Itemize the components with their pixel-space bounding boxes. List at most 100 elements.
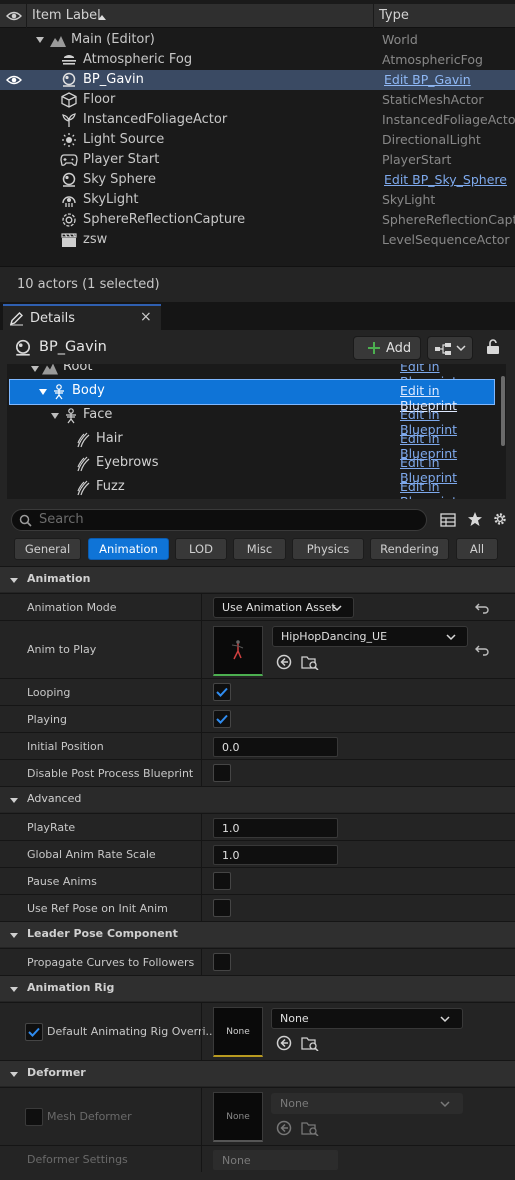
default-rig-override-checkbox[interactable] (25, 1023, 43, 1041)
blueprint-options-button[interactable] (427, 336, 473, 360)
propagate-curves-checkbox[interactable] (213, 953, 231, 971)
filter-physics-button[interactable]: Physics (292, 538, 364, 560)
filter-general-button[interactable]: General (14, 538, 81, 560)
column-splitter[interactable] (201, 760, 202, 786)
chevron-down-icon (440, 1016, 450, 1023)
collapse-arrow-icon[interactable] (39, 389, 47, 395)
type-column-header[interactable]: Type (379, 8, 409, 23)
edit-blueprint-link[interactable]: Edit BP_Gavin (384, 72, 515, 87)
mesh-deformer-dropdown[interactable]: None (271, 1093, 463, 1114)
property-matrix-icon[interactable] (440, 513, 456, 527)
gamepad-icon (60, 154, 78, 166)
section-animation-rig-header[interactable]: Animation Rig (0, 975, 515, 1001)
edit-in-blueprint-link[interactable]: Edit in Blueprint (400, 479, 494, 499)
column-splitter[interactable] (201, 814, 202, 840)
component-row-hair[interactable]: Hair Edit in Blueprint (10, 428, 494, 461)
world-icon (50, 36, 66, 47)
column-splitter[interactable] (201, 594, 202, 620)
default-rig-dropdown[interactable]: None (271, 1008, 463, 1029)
component-tree: Root Edit in Blueprint Body Edit in Blue… (7, 364, 506, 499)
column-splitter[interactable] (201, 841, 202, 867)
browse-asset-icon[interactable] (301, 1120, 319, 1136)
column-splitter[interactable] (201, 733, 202, 759)
column-divider[interactable] (373, 4, 374, 28)
outliner-row-bp-gavin[interactable]: BP_Gavin Edit BP_Gavin (0, 70, 515, 90)
collapse-arrow-icon[interactable] (36, 37, 44, 43)
chevron-down-icon (10, 798, 18, 803)
visibility-column-header[interactable] (0, 4, 27, 28)
column-splitter[interactable] (201, 949, 202, 975)
search-placeholder: Search (39, 512, 84, 527)
deformer-asset-thumbnail[interactable]: None (213, 1092, 263, 1142)
outliner-row-instanced-foliage[interactable]: InstancedFoliageActor InstancedFoliageAc… (0, 110, 515, 130)
column-splitter[interactable] (201, 706, 202, 732)
outliner-row-main-editor[interactable]: Main (Editor) World (0, 30, 515, 50)
outliner-row-floor[interactable]: Floor StaticMeshActor (0, 90, 515, 110)
item-label-column-header[interactable]: Item Label (32, 8, 101, 23)
outliner-row-player-start[interactable]: Player Start PlayerStart (0, 150, 515, 170)
edit-blueprint-link[interactable]: Edit BP_Sky_Sphere (384, 172, 515, 187)
filter-rendering-button[interactable]: Rendering (370, 538, 449, 560)
details-search-input[interactable]: Search (11, 509, 427, 531)
foliage-icon (62, 113, 76, 127)
section-leader-pose-header[interactable]: Leader Pose Component (0, 921, 515, 947)
reset-to-default-icon[interactable] (475, 602, 489, 614)
outliner-row-atmospheric-fog[interactable]: Atmospheric Fog AtmosphericFog (0, 50, 515, 70)
component-row-eyebrows[interactable]: Eyebrows Edit in Blueprint (10, 452, 494, 485)
component-row-body[interactable]: Body Edit in Blueprint (9, 379, 495, 413)
reset-to-default-icon[interactable] (475, 644, 489, 656)
column-splitter[interactable] (201, 868, 202, 894)
deformer-settings-field[interactable]: None (213, 1150, 338, 1170)
section-advanced-header[interactable]: Advanced (0, 786, 515, 812)
animation-mode-dropdown[interactable]: Use Animation Asset (213, 597, 354, 618)
column-splitter[interactable] (201, 1146, 202, 1172)
pause-anims-checkbox[interactable] (213, 872, 231, 890)
section-animation-header[interactable]: Animation (0, 566, 515, 592)
collapse-arrow-icon[interactable] (51, 413, 59, 419)
initial-position-input[interactable]: 0.0 (213, 737, 338, 757)
filter-all-button[interactable]: All (456, 538, 498, 560)
global-anim-rate-input[interactable]: 1.0 (213, 845, 338, 865)
outliner-row-zsw[interactable]: zsw LevelSequenceActor (0, 230, 515, 250)
component-row-fuzz[interactable]: Fuzz Edit in Blueprint (10, 476, 494, 499)
eye-icon[interactable] (6, 74, 22, 86)
disable-post-process-checkbox[interactable] (213, 764, 231, 782)
use-ref-pose-checkbox[interactable] (213, 899, 231, 917)
use-selected-asset-icon[interactable] (276, 654, 292, 670)
filter-animation-button[interactable]: Animation (88, 538, 169, 560)
column-splitter[interactable] (201, 1003, 202, 1060)
collapse-arrow-icon[interactable] (31, 366, 39, 372)
playing-checkbox[interactable] (213, 710, 231, 728)
column-splitter[interactable] (201, 1088, 202, 1145)
mesh-deformer-checkbox[interactable] (25, 1108, 43, 1126)
looping-checkbox[interactable] (213, 683, 231, 701)
filter-misc-button[interactable]: Misc (233, 538, 286, 560)
use-selected-asset-icon[interactable] (276, 1120, 292, 1136)
browse-asset-icon[interactable] (301, 1035, 319, 1051)
use-selected-asset-icon[interactable] (276, 1035, 292, 1051)
outliner-row-sky-sphere[interactable]: Sky Sphere Edit BP_Sky_Sphere (0, 170, 515, 190)
column-splitter[interactable] (201, 679, 202, 705)
outliner-row-sphere-reflection-capture[interactable]: SphereReflectionCapture SphereReflection… (0, 210, 515, 230)
close-icon[interactable]: × (140, 309, 152, 325)
section-deformer-header[interactable]: Deformer (0, 1060, 515, 1086)
component-tree-scrollbar[interactable] (501, 376, 505, 446)
anim-asset-thumbnail[interactable] (213, 626, 263, 676)
outliner-row-light-source[interactable]: Light Source DirectionalLight (0, 130, 515, 150)
component-row-root[interactable]: Root Edit in Blueprint (10, 364, 494, 389)
column-splitter[interactable] (201, 895, 202, 921)
outliner-row-type: AtmosphericFog (382, 52, 483, 67)
column-splitter[interactable] (201, 621, 202, 678)
gear-icon[interactable] (492, 511, 508, 527)
browse-asset-icon[interactable] (301, 654, 319, 670)
add-component-button[interactable]: Add (353, 336, 421, 360)
rig-asset-thumbnail[interactable]: None (213, 1007, 263, 1057)
unlock-icon[interactable] (486, 339, 500, 355)
component-row-face[interactable]: Face Edit in Blueprint (10, 404, 494, 437)
filter-lod-button[interactable]: LOD (175, 538, 227, 560)
star-icon[interactable] (467, 511, 483, 527)
outliner-row-skylight[interactable]: SkyLight SkyLight (0, 190, 515, 210)
play-rate-input[interactable]: 1.0 (213, 818, 338, 838)
tab-details[interactable]: Details × (3, 304, 161, 330)
anim-to-play-dropdown[interactable]: HipHopDancing_UE (272, 626, 468, 647)
